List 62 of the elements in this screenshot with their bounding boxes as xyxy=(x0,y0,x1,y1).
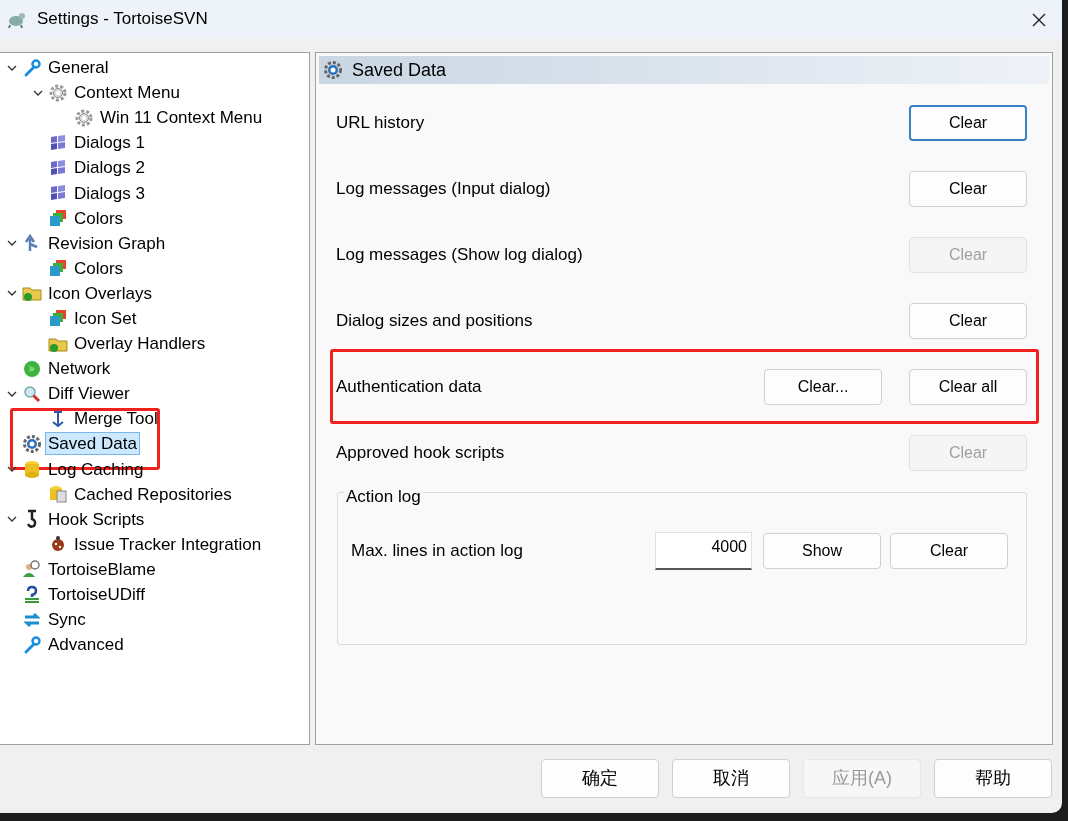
clear-button[interactable]: Clear all xyxy=(909,369,1027,405)
question-icon xyxy=(22,584,42,605)
dialog-button[interactable]: 取消 xyxy=(672,759,790,798)
setting-label: URL history xyxy=(336,112,426,135)
tree-item[interactable]: Colors xyxy=(71,206,127,230)
magnifier-icon xyxy=(22,383,42,404)
tree-item[interactable]: Revision Graph xyxy=(45,231,169,255)
wrench-icon xyxy=(22,57,42,78)
action-button[interactable]: Clear xyxy=(890,533,1008,569)
window-title: Settings - TortoiseSVN xyxy=(37,8,208,31)
setting-label: Authentication data xyxy=(336,376,483,399)
clear-button[interactable]: Clear xyxy=(909,171,1027,207)
tree-item[interactable]: Merge Tool xyxy=(71,407,161,431)
tree-item[interactable]: Issue Tracker Integration xyxy=(71,532,265,556)
dialog-button[interactable]: 确定 xyxy=(541,759,659,798)
tree-item[interactable]: Hook Scripts xyxy=(45,507,148,531)
setting-label: Dialog sizes and positions xyxy=(336,310,534,333)
person-magnifier-icon xyxy=(22,559,42,580)
clear-button[interactable]: Clear... xyxy=(764,369,882,405)
tree-item[interactable]: Dialogs 2 xyxy=(71,156,148,180)
tree-item[interactable]: Icon Overlays xyxy=(45,281,155,305)
number-field[interactable]: 4000 xyxy=(655,532,752,570)
window-flag-icon xyxy=(48,157,68,178)
tree-item[interactable]: TortoiseUDiff xyxy=(45,583,148,606)
gear-icon xyxy=(22,433,42,454)
tree-item[interactable]: Overlay Handlers xyxy=(71,332,209,356)
setting-label: Approved hook scripts xyxy=(336,442,506,465)
globe-icon xyxy=(22,358,42,379)
color-cards-icon xyxy=(48,308,68,329)
tree-item[interactable]: Icon Set xyxy=(71,307,140,330)
clear-button[interactable]: Clear xyxy=(909,303,1027,339)
clear-button[interactable]: Clear xyxy=(909,105,1027,141)
tree-item[interactable]: Win 11 Context Menu xyxy=(97,106,266,130)
tree-item[interactable]: Network xyxy=(45,357,114,381)
setting-label: Log messages (Input dialog) xyxy=(336,178,552,201)
tree-item[interactable]: Context Menu xyxy=(71,81,183,105)
setting-label: Max. lines in action log xyxy=(351,540,524,563)
tree-item[interactable]: Sync xyxy=(45,608,89,632)
setting-label: Log messages (Show log dialog) xyxy=(336,244,584,267)
tree-item[interactable]: Colors xyxy=(71,256,127,280)
database-icon xyxy=(48,484,68,505)
tree-item[interactable]: Saved Data xyxy=(45,432,140,456)
wrench-icon xyxy=(22,634,42,655)
gear-icon xyxy=(48,82,68,103)
tree-item[interactable]: General xyxy=(45,56,112,80)
color-cards-icon xyxy=(48,258,68,279)
tree-item[interactable]: Diff Viewer xyxy=(45,382,133,406)
action-button[interactable]: Show xyxy=(763,533,881,569)
tree-item[interactable]: Advanced xyxy=(45,633,127,657)
tree-item[interactable]: Dialogs 3 xyxy=(71,181,148,205)
tree-item[interactable]: Cached Repositories xyxy=(71,482,235,506)
window-flag-icon xyxy=(48,132,68,153)
dialog-button[interactable]: 帮助 xyxy=(934,759,1052,798)
page-title: Saved Data xyxy=(352,58,447,82)
gear-icon xyxy=(74,107,94,128)
tree-item[interactable]: Dialogs 1 xyxy=(71,131,148,155)
gear-icon xyxy=(323,60,343,80)
window-flag-icon xyxy=(48,183,68,203)
database-icon xyxy=(22,459,42,480)
color-cards-icon xyxy=(48,208,68,229)
tree-item[interactable]: TortoiseBlame xyxy=(45,557,159,581)
close-icon xyxy=(1031,12,1047,29)
